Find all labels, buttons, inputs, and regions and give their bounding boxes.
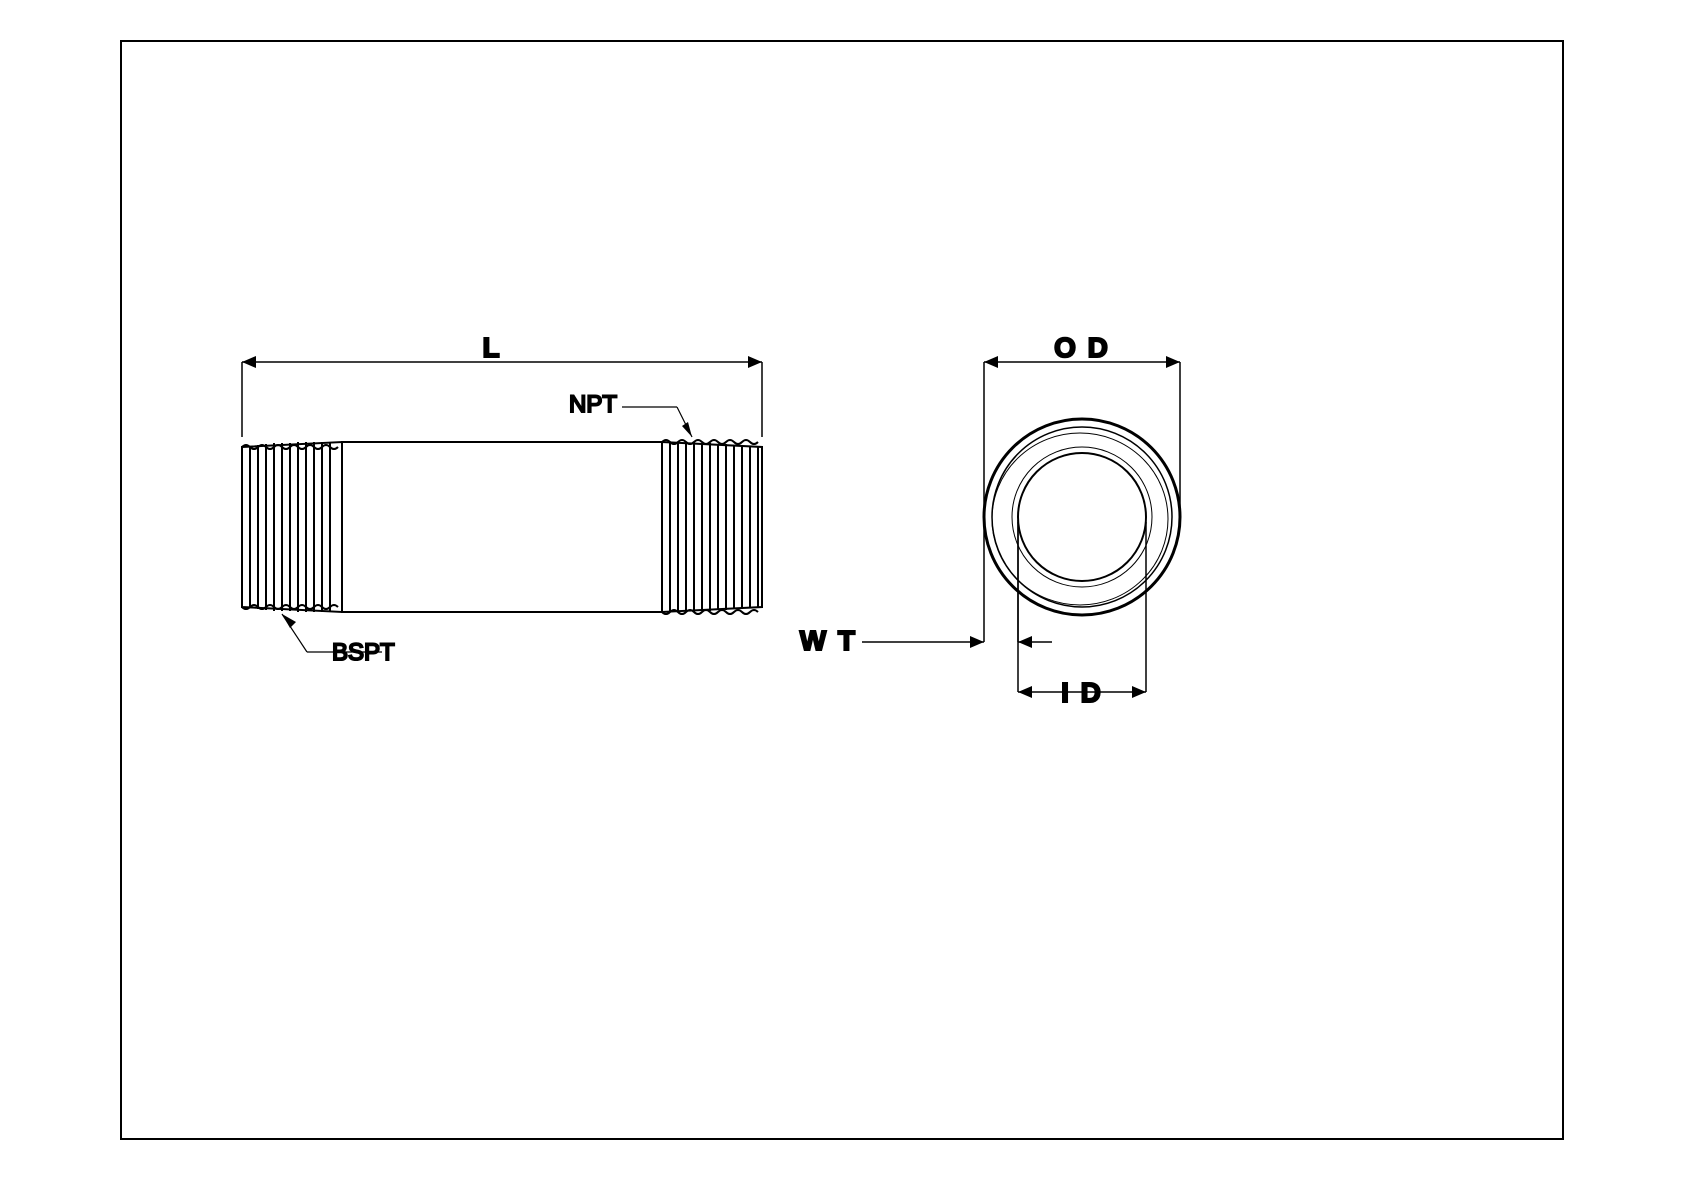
- threads-left: [242, 442, 342, 612]
- dim-ID: [1018, 522, 1146, 698]
- label-WT: W T: [800, 625, 857, 656]
- nipple-side-view: L NPT BSPT: [242, 332, 762, 666]
- dim-WT: [862, 520, 1052, 648]
- label-L: L: [482, 332, 501, 363]
- label-npt: NPT: [569, 391, 617, 418]
- dim-OD: [984, 356, 1180, 512]
- label-OD: O D: [1054, 332, 1110, 363]
- drawing-frame: L NPT BSPT: [120, 40, 1564, 1140]
- threads-right: [662, 440, 762, 614]
- label-ID: I D: [1061, 677, 1103, 708]
- nipple-end-view: O D I D: [800, 332, 1180, 708]
- drawing-svg: L NPT BSPT: [122, 42, 1566, 1142]
- label-bspt: BSPT: [332, 639, 395, 666]
- leader-npt: [622, 407, 692, 437]
- page: L NPT BSPT: [0, 0, 1684, 1190]
